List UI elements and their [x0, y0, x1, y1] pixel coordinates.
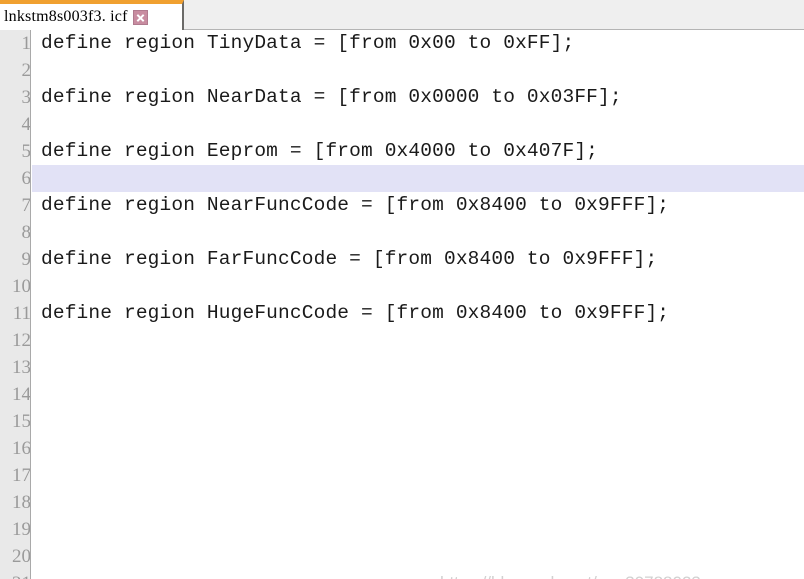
- line-number: 6: [21, 168, 31, 189]
- code-line[interactable]: [32, 381, 804, 408]
- line-number: 4: [21, 114, 31, 135]
- line-number-list: 1234567891011121314151617181920212223242…: [0, 30, 31, 579]
- line-number: 2: [21, 60, 31, 81]
- line-number-gutter: 1234567891011121314151617181920212223242…: [0, 30, 31, 579]
- code-line[interactable]: [32, 57, 804, 84]
- line-number: 17: [12, 465, 31, 486]
- line-number: 11: [12, 303, 31, 324]
- editor-tab-lnkstm8s003f3-icf[interactable]: lnkstm8s003f3. icf: [0, 0, 184, 30]
- line-number: 5: [21, 141, 31, 162]
- code-line[interactable]: [32, 327, 804, 354]
- line-number: 9: [21, 249, 31, 270]
- code-line[interactable]: define region HugeFuncCode = [from 0x840…: [32, 300, 804, 327]
- code-line[interactable]: [32, 543, 804, 570]
- line-number: 18: [12, 492, 31, 513]
- code-text-area[interactable]: define region TinyData = [from 0x00 to 0…: [32, 30, 804, 579]
- close-icon[interactable]: [132, 9, 148, 25]
- code-editor-window: lnkstm8s003f3. icf 1 2 3 4 5 6 7 8 9 10 11 12 13 14 15…: [0, 0, 804, 579]
- line-number: 13: [12, 357, 31, 378]
- code-line[interactable]: define region NearFuncCode = [from 0x840…: [32, 192, 804, 219]
- code-line[interactable]: define region TinyData = [from 0x00 to 0…: [32, 30, 804, 57]
- code-line[interactable]: [32, 111, 804, 138]
- code-line[interactable]: [32, 354, 804, 381]
- editor-body: 1234567891011121314151617181920212223242…: [0, 30, 804, 579]
- line-number: 14: [12, 384, 31, 405]
- code-line[interactable]: define region Eeprom = [from 0x4000 to 0…: [32, 138, 804, 165]
- code-line[interactable]: define region FarFuncCode = [from 0x8400…: [32, 246, 804, 273]
- code-line[interactable]: [32, 165, 804, 192]
- code-line[interactable]: define region NearData = [from 0x0000 to…: [32, 84, 804, 111]
- editor-tab-bar: lnkstm8s003f3. icf: [0, 0, 804, 30]
- line-number: 21: [0, 570, 30, 579]
- code-line[interactable]: [32, 408, 804, 435]
- code-line[interactable]: [32, 462, 804, 489]
- line-number: 19: [12, 519, 31, 540]
- code-line[interactable]: [32, 435, 804, 462]
- line-number: 16: [12, 438, 31, 459]
- code-line[interactable]: [32, 516, 804, 543]
- line-number: 3: [21, 87, 31, 108]
- tab-filename-label: lnkstm8s003f3. icf: [4, 8, 128, 25]
- line-number: 7: [21, 195, 31, 216]
- line-number: 15: [12, 411, 31, 432]
- code-line[interactable]: [32, 570, 804, 579]
- line-number: 8: [21, 222, 31, 243]
- line-number: 12: [12, 330, 31, 351]
- line-number: 20: [12, 546, 31, 567]
- line-number: 1: [21, 33, 31, 54]
- code-line[interactable]: [32, 489, 804, 516]
- code-line[interactable]: [32, 219, 804, 246]
- line-number: 10: [12, 276, 31, 297]
- code-line[interactable]: [32, 273, 804, 300]
